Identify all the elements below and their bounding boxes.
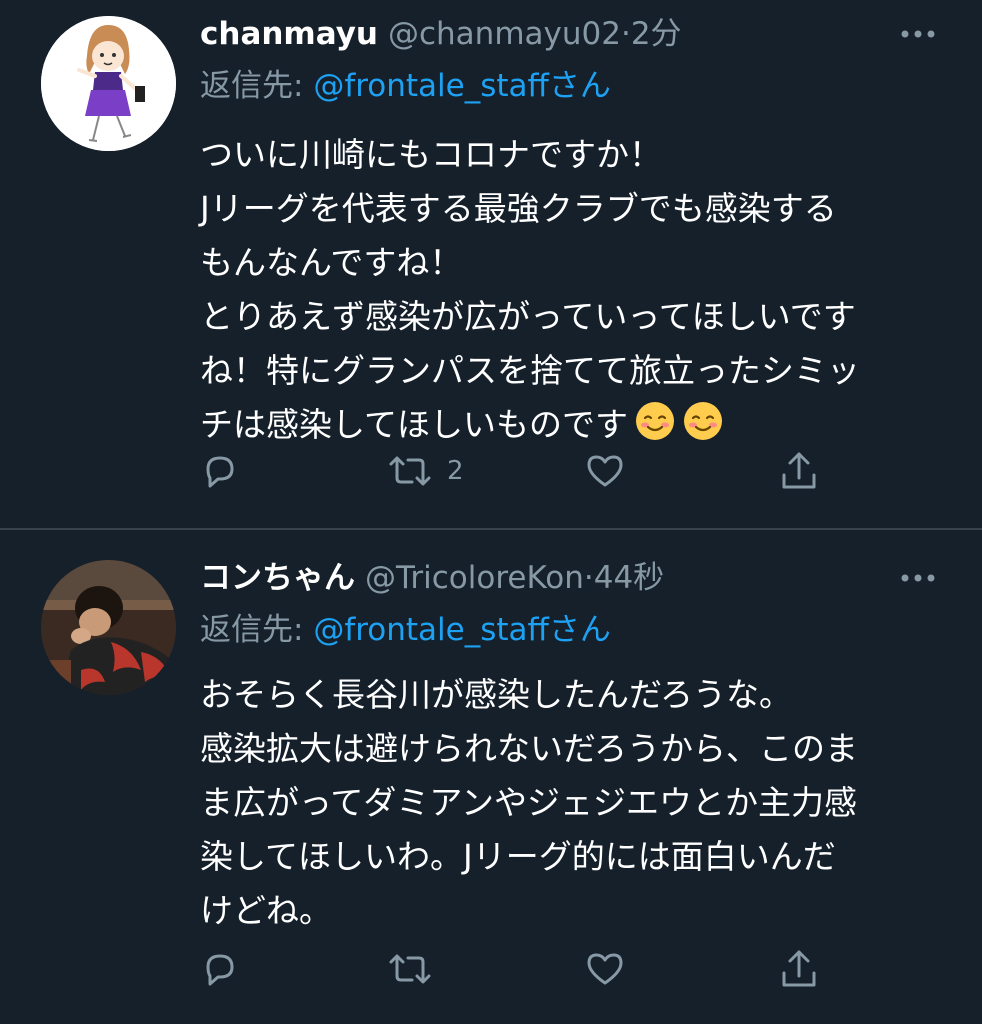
tweet[interactable]: コンちゃん @TricoloreKon·44秒 返信先: @frontale_st…: [0, 530, 982, 1024]
tweet-text-line: Jリーグを代表する最強クラブでも感染する: [200, 189, 837, 228]
retweet-button[interactable]: 2: [387, 446, 464, 496]
photo-person-avatar: [41, 560, 176, 695]
tweet-actions: 2: [0, 446, 982, 496]
reply-prefix: 返信先:: [200, 68, 314, 104]
tweet-text-line: 染してほしいわ。Jリーグ的には面白いんだ: [200, 837, 836, 876]
tweet-text-line: 感染拡大は避けられないだろうから、このま: [200, 729, 859, 768]
tweet-text-line: チは感染してほしいものです: [200, 405, 629, 444]
timestamp[interactable]: 2分: [631, 16, 682, 52]
reply-icon: [206, 954, 234, 986]
tweet-text-line: おそらく長谷川が感染したんだろうな。: [200, 675, 793, 714]
tweet-text-line: もんなんですね！: [200, 243, 463, 282]
reply-button[interactable]: [200, 944, 240, 994]
tweet-text-line: とりあえず感染が広がっていってほしいです: [200, 297, 856, 336]
smiling-face-emoji-icon: [634, 400, 676, 442]
display-name[interactable]: chanmayu: [200, 16, 378, 52]
tweet-header: chanmayu @chanmayu02·2分: [200, 14, 682, 54]
avatar[interactable]: [41, 16, 176, 151]
retweet-icon: [389, 456, 431, 486]
tweet-text-line: ね！特にグランパスを捨てて旅立ったシミッ: [200, 351, 860, 390]
reply-prefix: 返信先:: [200, 612, 314, 648]
tweet-header: コンちゃん @TricoloreKon·44秒: [200, 558, 664, 598]
reply-context: 返信先: @frontale_staffさん: [200, 610, 611, 650]
heart-icon: [587, 455, 623, 487]
share-icon: [782, 452, 816, 489]
retweet-button[interactable]: [387, 944, 447, 994]
reply-context: 返信先: @frontale_staffさん: [200, 66, 611, 106]
tweet-text-line-with-emoji: チは感染してほしいものです: [200, 398, 950, 452]
tweet[interactable]: chanmayu @chanmayu02·2分 返信先: @frontale_st…: [0, 0, 982, 528]
tweet-text: おそらく長谷川が感染したんだろうな。 感染拡大は避けられないだろうから、このま …: [200, 668, 950, 938]
reply-suffix: さん: [548, 612, 611, 648]
heart-icon: [587, 953, 623, 985]
user-handle[interactable]: @TricoloreKon: [365, 560, 584, 596]
retweet-icon: [389, 954, 431, 984]
tweet-text-line: けどね。: [200, 891, 332, 930]
reply-icon: [206, 456, 234, 488]
reply-to-user-link[interactable]: @frontale_staff: [313, 68, 549, 104]
share-button[interactable]: [778, 446, 820, 496]
display-name[interactable]: コンちゃん: [200, 560, 355, 596]
illustrated-girl-avatar: [41, 16, 176, 151]
like-button[interactable]: [584, 446, 626, 496]
reply-suffix: さん: [548, 68, 611, 104]
like-button[interactable]: [584, 944, 626, 994]
share-icon: [782, 950, 816, 987]
separator-dot: ·: [620, 16, 631, 52]
user-handle[interactable]: @chanmayu02: [388, 16, 621, 52]
separator-dot: ·: [583, 560, 594, 596]
tweet-text-line: ついに川崎にもコロナですか！: [200, 135, 662, 174]
tweet-text: ついに川崎にもコロナですか！ Jリーグを代表する最強クラブでも感染する もんなん…: [200, 128, 950, 452]
reply-button[interactable]: [200, 446, 240, 496]
tweet-text-line: ま広がってダミアンやジェジエウとか主力感: [200, 783, 858, 822]
timestamp[interactable]: 44秒: [594, 560, 664, 596]
reply-to-user-link[interactable]: @frontale_staff: [313, 612, 549, 648]
timeline: chanmayu @chanmayu02·2分 返信先: @frontale_st…: [0, 0, 982, 1024]
more-icon[interactable]: [898, 568, 938, 588]
more-icon[interactable]: [898, 24, 938, 44]
avatar[interactable]: [41, 560, 176, 695]
retweet-count: 2: [447, 456, 464, 486]
smiling-face-emoji-icon: [682, 400, 724, 442]
share-button[interactable]: [778, 944, 820, 994]
tweet-actions: [0, 944, 982, 994]
